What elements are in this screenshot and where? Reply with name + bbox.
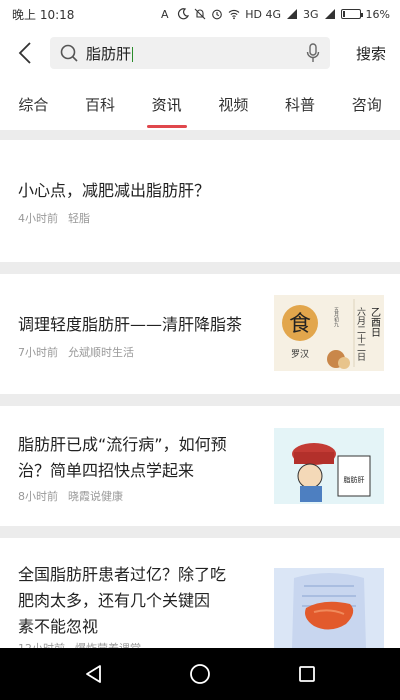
microphone-icon[interactable] bbox=[306, 43, 320, 63]
article-thumbnail bbox=[274, 568, 384, 648]
search-input[interactable]: 脂肪肝 bbox=[50, 37, 330, 69]
article-source: 轻脂 bbox=[68, 212, 90, 225]
article-title-line: 治？简单四招快点学起来 bbox=[18, 461, 195, 480]
article-card[interactable]: 脂肪肝已成“流行病”，如何预 治？简单四招快点学起来 8小时前 晓霞说健康 脂肪肝 bbox=[0, 406, 400, 526]
article-meta: 7小时前 允斌顺时生活 bbox=[18, 344, 134, 360]
nav-recents-icon bbox=[298, 666, 315, 682]
battery-percent: 16% bbox=[365, 7, 390, 21]
battery-icon bbox=[340, 9, 363, 19]
search-submit-button[interactable]: 搜索 bbox=[356, 43, 386, 64]
article-card[interactable]: 调理轻度脂肪肝——清肝降脂茶 7小时前 允斌顺时生活 食 罗汉 六月二十二日 乙酉… bbox=[0, 274, 400, 394]
signal-icon bbox=[287, 9, 298, 19]
article-time: 4小时前 bbox=[18, 212, 58, 225]
search-input-value: 脂肪肝 bbox=[86, 44, 134, 63]
article-title: 小心点，减肥减出脂肪肝？ bbox=[18, 181, 211, 200]
article-source: 晓霞说健康 bbox=[68, 490, 123, 503]
signal-icon bbox=[324, 9, 335, 19]
tab-consult[interactable]: 咨询 bbox=[333, 78, 400, 130]
network-4g: HD 4G bbox=[245, 7, 282, 21]
alarm-icon bbox=[212, 9, 223, 20]
bell-off-icon bbox=[194, 8, 206, 20]
article-meta: 4小时前 轻脂 bbox=[18, 210, 90, 226]
thumb-caption: 罗汉 bbox=[291, 349, 309, 360]
calendar-food-illustration: 食 罗汉 六月二十二日 乙酉日 五月初九 bbox=[274, 295, 384, 371]
article-thumbnail: 脂肪肝 bbox=[274, 428, 384, 504]
system-nav-bar bbox=[0, 648, 400, 700]
article-thumbnail: 食 罗汉 六月二十二日 乙酉日 五月初九 bbox=[274, 295, 384, 371]
thumb-date-col: 乙酉日 bbox=[369, 307, 381, 337]
status-time: 晚上 10:18 bbox=[12, 7, 75, 22]
search-icon bbox=[60, 44, 78, 62]
article-title-line: 肥肉太多，还有几个关键因 bbox=[18, 591, 211, 610]
text-caret bbox=[132, 46, 134, 62]
moon-icon bbox=[178, 8, 190, 20]
thumb-tag: 脂肪肝 bbox=[344, 475, 365, 484]
article-title: 调理轻度脂肪肝——清肝降脂茶 bbox=[18, 315, 243, 334]
back-button[interactable] bbox=[0, 28, 50, 78]
accessibility-icon: A bbox=[161, 8, 169, 20]
category-tabs: 综合 百科 资讯 视频 科普 咨询 bbox=[0, 78, 400, 130]
cartoon-illustration: 脂肪肝 bbox=[274, 428, 384, 504]
wifi-icon bbox=[228, 9, 240, 20]
status-bar: 晚上 10:18 A HD 4G 3G 16% bbox=[0, 0, 400, 28]
search-header: 脂肪肝 搜索 bbox=[0, 28, 400, 78]
svg-text:A: A bbox=[161, 8, 169, 20]
article-title: 脂肪肝已成“流行病”，如何预 治？简单四招快点学起来 bbox=[18, 432, 227, 484]
article-card[interactable]: 全国脂肪肝患者过亿？除了吃 肥肉太多，还有几个关键因 素不能忽视 12小时前爆炸… bbox=[0, 538, 400, 655]
article-title-line: 素不能忽视 bbox=[18, 617, 99, 636]
thumb-date-col: 六月二十二日 bbox=[355, 306, 366, 361]
nav-back-button[interactable] bbox=[78, 659, 108, 689]
back-arrow-icon bbox=[18, 42, 31, 64]
tab-video[interactable]: 视频 bbox=[200, 78, 267, 130]
tab-news[interactable]: 资讯 bbox=[133, 78, 200, 130]
network-3g: 3G bbox=[303, 7, 319, 21]
nav-home-icon bbox=[190, 664, 210, 684]
nav-recents-button[interactable] bbox=[292, 659, 322, 689]
thumb-big-char: 食 bbox=[289, 312, 311, 337]
liver-anatomy-illustration bbox=[274, 568, 384, 648]
tab-comprehensive[interactable]: 综合 bbox=[0, 78, 67, 130]
article-time: 7小时前 bbox=[18, 346, 58, 359]
article-card[interactable]: 小心点，减肥减出脂肪肝？ 4小时前 轻脂 bbox=[0, 140, 400, 262]
article-time: 8小时前 bbox=[18, 490, 58, 503]
article-source: 允斌顺时生活 bbox=[68, 346, 134, 359]
article-title: 全国脂肪肝患者过亿？除了吃 肥肉太多，还有几个关键因 素不能忽视 bbox=[18, 562, 226, 640]
tab-science[interactable]: 科普 bbox=[267, 78, 334, 130]
nav-home-button[interactable] bbox=[185, 659, 215, 689]
article-title-line: 脂肪肝已成“流行病”，如何预 bbox=[18, 435, 227, 454]
article-title-line: 全国脂肪肝患者过亿？除了吃 bbox=[18, 565, 227, 584]
status-icons: A HD 4G 3G 16% bbox=[160, 8, 390, 21]
tab-encyclopedia[interactable]: 百科 bbox=[67, 78, 134, 130]
article-meta: 8小时前 晓霞说健康 bbox=[18, 488, 123, 504]
thumb-small-text: 五月初九 bbox=[333, 307, 339, 328]
nav-back-icon bbox=[86, 665, 102, 683]
